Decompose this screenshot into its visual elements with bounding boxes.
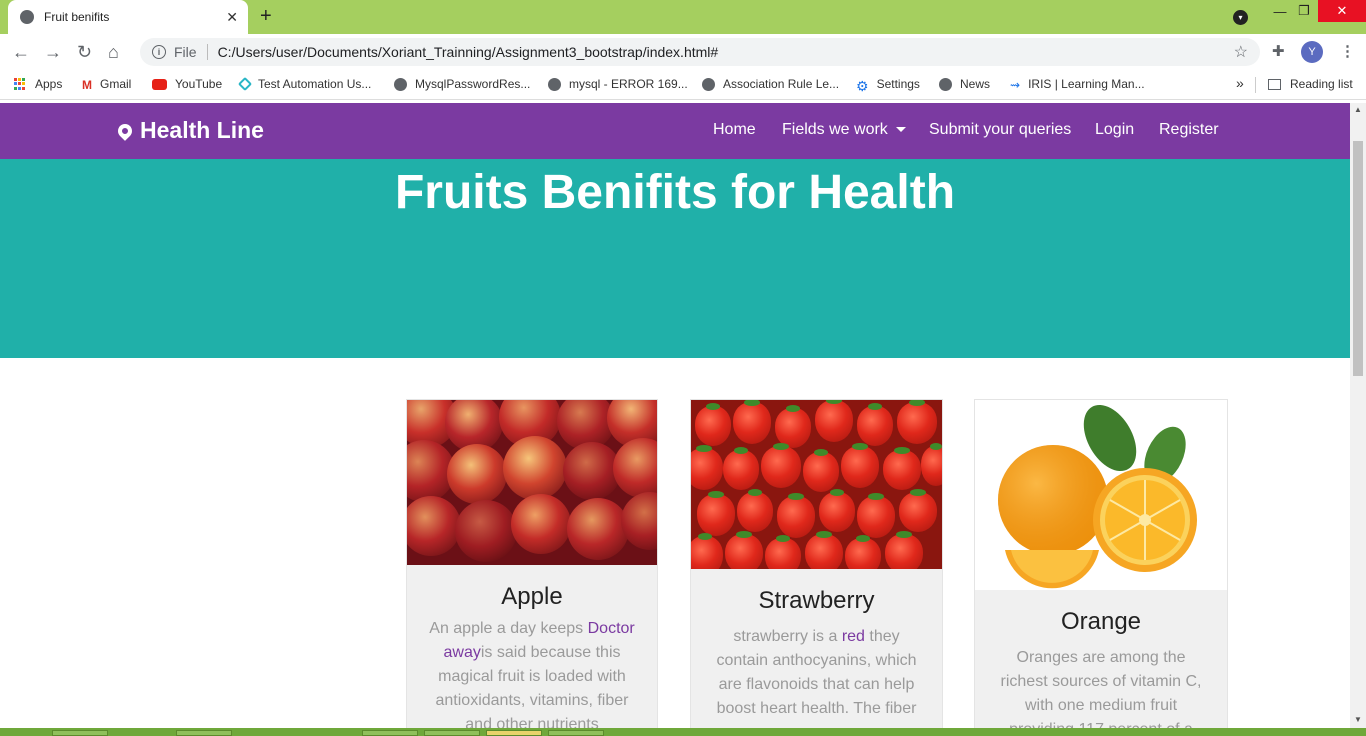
hero-banner: Fruits Benifits for Health [0,159,1350,358]
bookmark-youtube[interactable]: YouTube [152,77,222,91]
bookmark-mysql-error[interactable]: mysql - ERROR 169... [548,77,688,91]
apple-title: Apple [501,583,563,610]
tab-search-icon[interactable]: ▾ [1233,10,1248,25]
apple-description: An apple a day keeps Doctor awayis said … [429,620,635,728]
bookmark-iris[interactable]: ⇝ IRIS | Learning Man... [1010,77,1145,92]
web-page: Health Line Home Fields we work Submit y… [0,103,1350,728]
scroll-down-icon[interactable]: ▼ [1354,715,1362,724]
more-bookmarks-chevron-icon[interactable]: » [1236,75,1244,91]
url-text[interactable]: C:/Users/user/Documents/Xoriant_Trainnin… [218,44,719,60]
globe-icon [548,77,561,91]
browser-toolbar: ← → ↻ ⌂ i File C:/Users/user/Documents/X… [0,34,1366,70]
reading-list-icon [1268,78,1281,90]
gmail-icon: M [82,77,92,92]
taskbar-item[interactable] [486,730,542,736]
home-icon[interactable]: ⌂ [108,42,119,63]
orange-title: Orange [1060,608,1142,635]
strawberry-image [691,400,942,569]
site-navbar: Health Line Home Fields we work Submit y… [0,103,1350,159]
globe-icon [394,77,407,91]
dropdown-caret-icon [895,127,906,133]
bookmark-settings[interactable]: ⚙ Settings [856,77,920,94]
minimize-icon[interactable]: — [1268,0,1292,22]
address-divider [206,44,208,60]
youtube-icon [152,78,167,90]
address-prefix: File [174,44,197,60]
brand-link[interactable]: Health Line [115,117,264,144]
menu-kebab-icon[interactable]: ⋮ [1340,42,1355,60]
browser-tab[interactable]: Fruit benifits ✕ [8,0,248,34]
nav-submit-queries[interactable]: Submit your queries [929,121,1071,139]
address-bar[interactable]: i File C:/Users/user/Documents/Xoriant_T… [140,38,1260,66]
brand-name: Health Line [140,117,264,143]
taskbar-item[interactable] [176,730,232,736]
globe-icon [20,10,34,24]
gear-icon: ⚙ [856,77,869,94]
restore-icon[interactable]: ❐ [1292,0,1316,22]
extensions-puzzle-icon[interactable]: ✚ [1272,42,1285,60]
taskbar-item[interactable] [52,730,108,736]
back-arrow-icon[interactable]: ← [12,42,30,63]
new-tab-button[interactable]: + [260,5,272,28]
profile-avatar[interactable]: Y [1301,41,1323,63]
bookmark-gmail[interactable]: M Gmail [82,77,131,92]
strawberry-title: Strawberry [758,587,875,614]
strawberry-card: Strawberry strawberry is a red they cont… [690,399,943,728]
apps-icon [14,77,27,91]
tab-strip: Fruit benifits ✕ + ▾ — ❐ ✕ [0,0,1366,34]
bookmark-news[interactable]: News [939,77,990,91]
nav-login[interactable]: Login [1095,121,1134,139]
strawberry-description: strawberry is a red they contain anthocy… [716,628,917,717]
reload-icon[interactable]: ↻ [77,42,92,63]
globe-icon [939,77,952,91]
scrollbar-thumb[interactable] [1353,141,1363,376]
reading-list-button[interactable]: Reading list [1268,77,1353,91]
taskbar-item[interactable] [362,730,418,736]
orange-card: Orange Oranges are among the richest sou… [974,399,1228,728]
taskbar-item[interactable] [548,730,604,736]
bookmarks-bar: Apps M Gmail YouTube Test Automation Us.… [0,70,1366,100]
orange-image [975,400,1227,590]
taskbar-item[interactable] [424,730,480,736]
orange-illustration [998,404,1197,589]
close-window-icon[interactable]: ✕ [1318,0,1366,22]
globe-icon [702,77,715,91]
forward-arrow-icon[interactable]: → [44,42,62,63]
apple-image [407,400,657,565]
nav-home[interactable]: Home [713,121,756,139]
bookmark-star-icon[interactable]: ☆ [1234,42,1248,62]
page-scrollbar[interactable]: ▲ ▼ [1350,103,1366,728]
bookmark-test-automation[interactable]: Test Automation Us... [237,76,371,92]
test-automation-icon [237,76,253,92]
close-tab-icon[interactable]: ✕ [226,9,238,26]
hero-title: Fruits Benifits for Health [394,166,956,219]
apple-card: Apple An apple a day keeps Doctor awayis… [406,399,658,728]
bookmark-mysql-password[interactable]: MysqlPasswordRes... [394,77,530,91]
bookmark-association-rule[interactable]: Association Rule Le... [702,77,839,91]
tab-title: Fruit benifits [44,10,110,24]
os-taskbar [0,728,1366,736]
map-pin-icon [115,120,135,141]
scroll-up-icon[interactable]: ▲ [1354,105,1362,114]
nav-register[interactable]: Register [1159,121,1219,139]
iris-icon: ⇝ [1010,77,1021,92]
info-icon[interactable]: i [152,45,166,59]
orange-description: Oranges are among the richest sources of… [1000,649,1202,728]
nav-fields-dropdown[interactable]: Fields we work [782,121,906,139]
bookmarks-divider [1255,77,1256,93]
bookmark-apps[interactable]: Apps [14,77,62,91]
